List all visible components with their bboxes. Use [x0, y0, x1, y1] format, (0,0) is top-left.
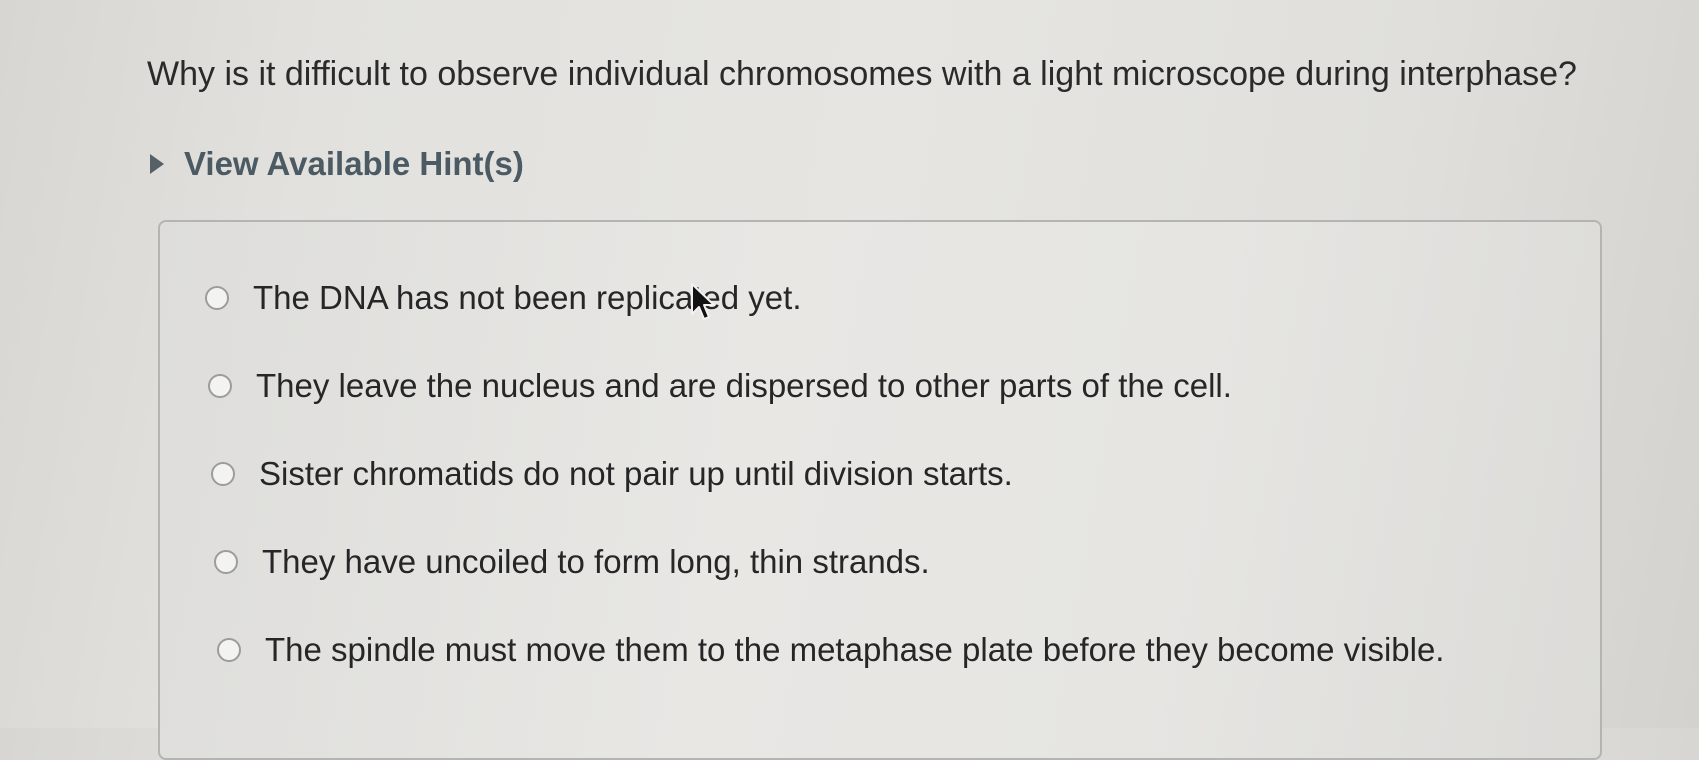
answer-option-label: Sister chromatids do not pair up until d… [259, 455, 1013, 492]
mouse-pointer-icon [691, 283, 715, 320]
answer-option-2[interactable]: They leave the nucleus and are dispersed… [208, 364, 1232, 408]
answer-option-3[interactable]: Sister chromatids do not pair up until d… [211, 452, 1013, 496]
answer-option-4[interactable]: They have uncoiled to form long, thin st… [214, 540, 930, 584]
radio-button[interactable] [205, 286, 229, 310]
answer-option-label: They leave the nucleus and are dispersed… [256, 367, 1232, 404]
radio-button[interactable] [217, 638, 241, 662]
radio-button[interactable] [214, 550, 238, 574]
answer-option-label: They have uncoiled to form long, thin st… [262, 543, 930, 580]
caret-right-icon [150, 154, 164, 174]
radio-button[interactable] [211, 462, 235, 486]
view-hints-toggle[interactable]: View Available Hint(s) [150, 142, 524, 186]
view-hints-label: View Available Hint(s) [184, 145, 524, 182]
answer-option-5[interactable]: The spindle must move them to the metaph… [217, 628, 1444, 672]
answer-option-label: The spindle must move them to the metaph… [265, 631, 1445, 668]
answer-option-label: The DNA has not been replicated yet. [253, 279, 802, 316]
question-text: Why is it difficult to observe individua… [147, 55, 1577, 93]
radio-button[interactable] [208, 374, 232, 398]
